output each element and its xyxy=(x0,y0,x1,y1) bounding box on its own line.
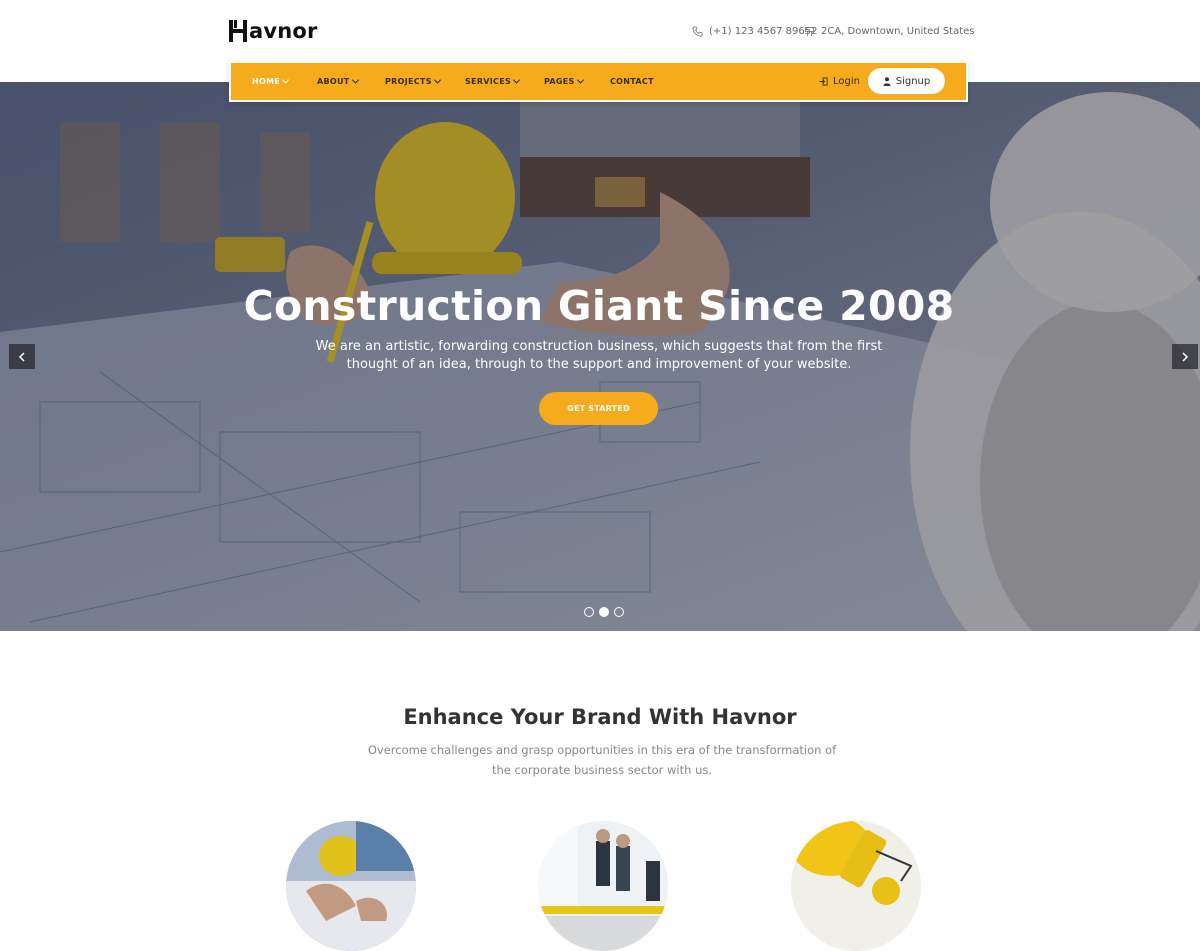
chevron-down-icon xyxy=(513,76,521,84)
service-image-tools-art xyxy=(791,821,921,951)
chevron-down-icon xyxy=(576,76,584,84)
user-icon xyxy=(883,76,891,86)
contact-phone: (+1) 123 4567 89652 xyxy=(692,24,817,38)
contact-address: 2CA, Downtown, United States xyxy=(804,24,975,38)
get-started-button[interactable]: GET STARTED xyxy=(539,392,658,425)
hero-title: Construction Giant Since 2008 xyxy=(243,282,955,330)
slider-dot-1[interactable] xyxy=(584,607,594,617)
nav-item-contact[interactable]: CONTACT xyxy=(610,63,654,100)
signup-button[interactable]: Signup xyxy=(868,68,945,94)
slider-pagination xyxy=(584,607,624,617)
nav-item-label: PAGES xyxy=(544,77,575,86)
address-text: 2CA, Downtown, United States xyxy=(821,25,975,37)
location-sign-icon xyxy=(804,26,815,36)
service-image-planning[interactable] xyxy=(286,821,416,951)
section-subtitle: Overcome challenges and grasp opportunit… xyxy=(367,743,837,777)
slider-dot-2[interactable] xyxy=(599,607,609,617)
nav-item-label: ABOUT xyxy=(317,77,350,86)
nav-item-label: PROJECTS xyxy=(385,77,432,86)
chevron-down-icon xyxy=(433,76,441,84)
hero-slider: Construction Giant Since 2008 We are an … xyxy=(0,82,1200,631)
nav-item-services[interactable]: SERVICES xyxy=(465,63,521,100)
slider-next-button[interactable] xyxy=(1172,344,1198,369)
login-icon xyxy=(819,77,828,86)
nav-item-about[interactable]: ABOUT xyxy=(317,63,359,100)
login-link[interactable]: Login xyxy=(819,63,860,100)
chevron-left-icon xyxy=(18,351,25,362)
nav-item-label: HOME xyxy=(252,77,281,86)
slider-prev-button[interactable] xyxy=(9,344,35,369)
slider-dot-3[interactable] xyxy=(614,607,624,617)
chevron-down-icon xyxy=(351,76,359,84)
login-label: Login xyxy=(833,76,860,87)
chevron-down-icon xyxy=(282,76,290,84)
chevron-right-icon xyxy=(1182,351,1189,362)
logo[interactable]: avnor xyxy=(229,18,318,44)
nav-item-projects[interactable]: PROJECTS xyxy=(385,63,441,100)
logo-mark-icon xyxy=(229,20,247,42)
hero-subtitle: We are an artistic, forwarding construct… xyxy=(315,339,883,372)
signup-label: Signup xyxy=(895,75,931,87)
service-image-meeting-art xyxy=(538,821,668,951)
logo-text: avnor xyxy=(249,19,318,43)
service-image-tools[interactable] xyxy=(791,821,921,951)
phone-icon xyxy=(692,26,703,36)
service-image-planning-art xyxy=(286,821,416,951)
phone-number: (+1) 123 4567 89652 xyxy=(709,25,818,37)
section-title: Enhance Your Brand With Havnor xyxy=(403,705,797,729)
main-navigation: HOME ABOUT PROJECTS SERVICES PAGES CONTA… xyxy=(229,61,968,102)
nav-item-label: SERVICES xyxy=(465,77,512,86)
nav-item-pages[interactable]: PAGES xyxy=(544,63,584,100)
service-image-meeting[interactable] xyxy=(538,821,668,951)
nav-item-label: CONTACT xyxy=(610,77,654,86)
nav-item-home[interactable]: HOME xyxy=(252,63,290,100)
